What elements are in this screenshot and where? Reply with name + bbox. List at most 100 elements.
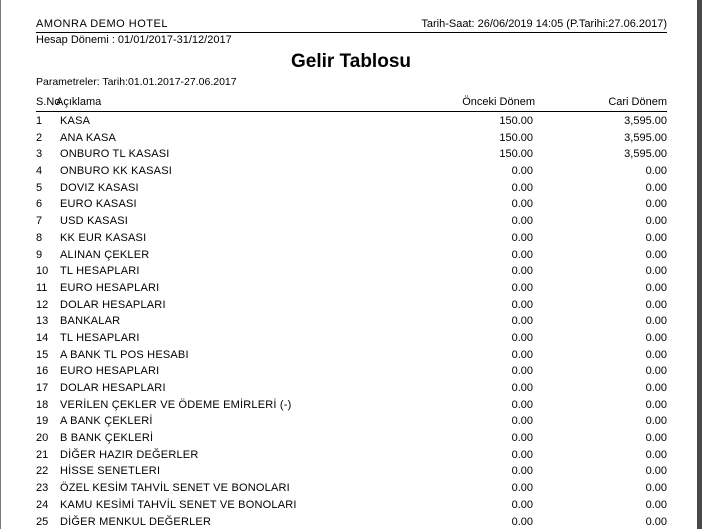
row-current-period: 0.00	[646, 363, 667, 379]
report-datetime: Tarih-Saat: 26/06/2019 14:05 (P.Tarihi:2…	[421, 18, 667, 30]
row-previous-period: 0.00	[512, 447, 533, 463]
row-description: KK EUR KASASI	[60, 230, 146, 246]
row-current-period: 0.00	[646, 480, 667, 496]
table-row: 5DOVIZ KASASI0.000.00	[31, 180, 671, 197]
table-row: 7 USD KASASI 0.00 0.00	[31, 213, 671, 230]
row-current-period: 0.00	[646, 230, 667, 246]
row-previous-period: 0.00	[512, 230, 533, 246]
row-number: 11	[36, 280, 47, 296]
row-number: 2	[36, 130, 42, 146]
row-previous-period: 0.00	[512, 463, 533, 479]
column-header-description: Açıklama	[56, 96, 101, 108]
row-previous-period: 150.00	[499, 146, 533, 162]
row-description: A BANK TL POS HESABI	[60, 347, 189, 363]
row-description: ALINAN ÇEKLER	[60, 247, 149, 263]
row-description: USD KASASI	[60, 213, 128, 229]
row-description: EURO HESAPLARI	[60, 363, 159, 379]
header-divider	[36, 32, 667, 33]
row-current-period: 0.00	[646, 430, 667, 446]
row-number: 1	[36, 113, 42, 129]
table-row: 16EURO HESAPLARI0.000.00	[31, 363, 671, 380]
row-previous-period: 0.00	[512, 347, 533, 363]
column-header-previous-period: Önceki Dönem	[462, 96, 535, 108]
row-number: 18	[36, 397, 48, 413]
row-number: 19	[36, 413, 48, 429]
row-number: 23	[36, 480, 48, 496]
table-row: 11EURO HESAPLARI0.000.00	[31, 280, 671, 297]
row-number: 8	[36, 230, 42, 246]
table-row: 10TL HESAPLARI0.000.00	[31, 263, 671, 280]
row-current-period: 0.00	[646, 313, 667, 329]
row-previous-period: 0.00	[512, 413, 533, 429]
row-previous-period: 0.00	[512, 313, 533, 329]
column-header-divider	[36, 111, 667, 112]
row-previous-period: 0.00	[512, 330, 533, 346]
row-previous-period: 0.00	[512, 213, 533, 229]
row-current-period: 0.00	[646, 280, 667, 296]
row-previous-period: 0.00	[512, 196, 533, 212]
table-row: 1KASA150.003,595.00	[31, 113, 671, 130]
row-description: EURO KASASI	[60, 196, 137, 212]
row-description: VERİLEN ÇEKLER VE ÖDEME EMİRLERİ (-)	[60, 397, 292, 413]
row-previous-period: 0.00	[512, 480, 533, 496]
row-previous-period: 0.00	[512, 397, 533, 413]
table-row: 23 ÖZEL KESİM TAHVİL SENET VE BONOLARI 0.0…	[31, 480, 671, 497]
row-current-period: 0.00	[646, 347, 667, 363]
row-description: DİĞER MENKUL DEĞERLER	[60, 514, 211, 530]
table-row: 8 KK EUR KASASI 0.00 0.00	[31, 230, 671, 247]
row-description: TL HESAPLARI	[60, 330, 140, 346]
table-row: 22HİSSE SENETLERI0.000.00	[31, 463, 671, 480]
row-description: EURO HESAPLARI	[60, 280, 159, 296]
table-row: 12 DOLAR HESAPLARI 0.00 0.00	[31, 297, 671, 314]
row-description: ÖZEL KESİM TAHVİL SENET VE BONOLARI	[60, 480, 290, 496]
row-number: 21	[36, 447, 48, 463]
row-current-period: 0.00	[646, 213, 667, 229]
table-row: 24KAMU KESİMİ TAHVİL SENET VE BONOLARI0.…	[31, 497, 671, 514]
window-left-border	[0, 0, 1, 529]
row-number: 13	[36, 313, 48, 329]
row-number: 25	[36, 514, 48, 530]
row-current-period: 0.00	[646, 196, 667, 212]
row-previous-period: 0.00	[512, 380, 533, 396]
row-previous-period: 0.00	[512, 514, 533, 530]
row-previous-period: 0.00	[512, 180, 533, 196]
column-header-current-period: Cari Dönem	[608, 96, 667, 108]
row-current-period: 0.00	[646, 163, 667, 179]
row-number: 7	[36, 213, 42, 229]
report-parameters: Parametreler: Tarih:01.01.2017-27.06.201…	[36, 76, 237, 88]
row-current-period: 0.00	[646, 297, 667, 313]
vertical-scrollbar[interactable]	[697, 0, 702, 529]
row-current-period: 3,595.00	[624, 146, 667, 162]
row-previous-period: 0.00	[512, 430, 533, 446]
row-current-period: 0.00	[646, 413, 667, 429]
row-description: B BANK ÇEKLERİ	[60, 430, 153, 446]
row-description: DİĞER HAZIR DEĞERLER	[60, 447, 198, 463]
row-description: ONBURO KK KASASI	[60, 163, 172, 179]
row-number: 17	[36, 380, 48, 396]
row-current-period: 0.00	[646, 447, 667, 463]
row-current-period: 3,595.00	[624, 113, 667, 129]
row-description: TL HESAPLARI	[60, 263, 140, 279]
row-previous-period: 0.00	[512, 297, 533, 313]
row-current-period: 0.00	[646, 514, 667, 530]
accounting-period: Hesap Dönemi : 01/01/2017-31/12/2017	[36, 34, 232, 46]
table-row: 6 EURO KASASI 0.00 0.00	[31, 196, 671, 213]
table-row: 14TL HESAPLARI0.000.00	[31, 330, 671, 347]
row-current-period: 0.00	[646, 463, 667, 479]
row-description: DOLAR HESAPLARI	[60, 297, 166, 313]
row-previous-period: 0.00	[512, 497, 533, 513]
row-number: 12	[36, 297, 48, 313]
row-number: 4	[36, 163, 42, 179]
row-previous-period: 0.00	[512, 163, 533, 179]
row-number: 3	[36, 146, 42, 162]
row-description: ANA KASA	[60, 130, 116, 146]
row-number: 6	[36, 196, 42, 212]
row-description: KASA	[60, 113, 90, 129]
row-current-period: 0.00	[646, 180, 667, 196]
table-row: 18 VERİLEN ÇEKLER VE ÖDEME EMİRLERİ (-) 0.…	[31, 397, 671, 414]
row-previous-period: 0.00	[512, 363, 533, 379]
row-current-period: 0.00	[646, 263, 667, 279]
row-description: ONBURO TL KASASI	[60, 146, 170, 162]
table-row: 19A BANK ÇEKLERİ0.000.00	[31, 413, 671, 430]
table-row: 2ANA KASA150.003,595.00	[31, 130, 671, 147]
